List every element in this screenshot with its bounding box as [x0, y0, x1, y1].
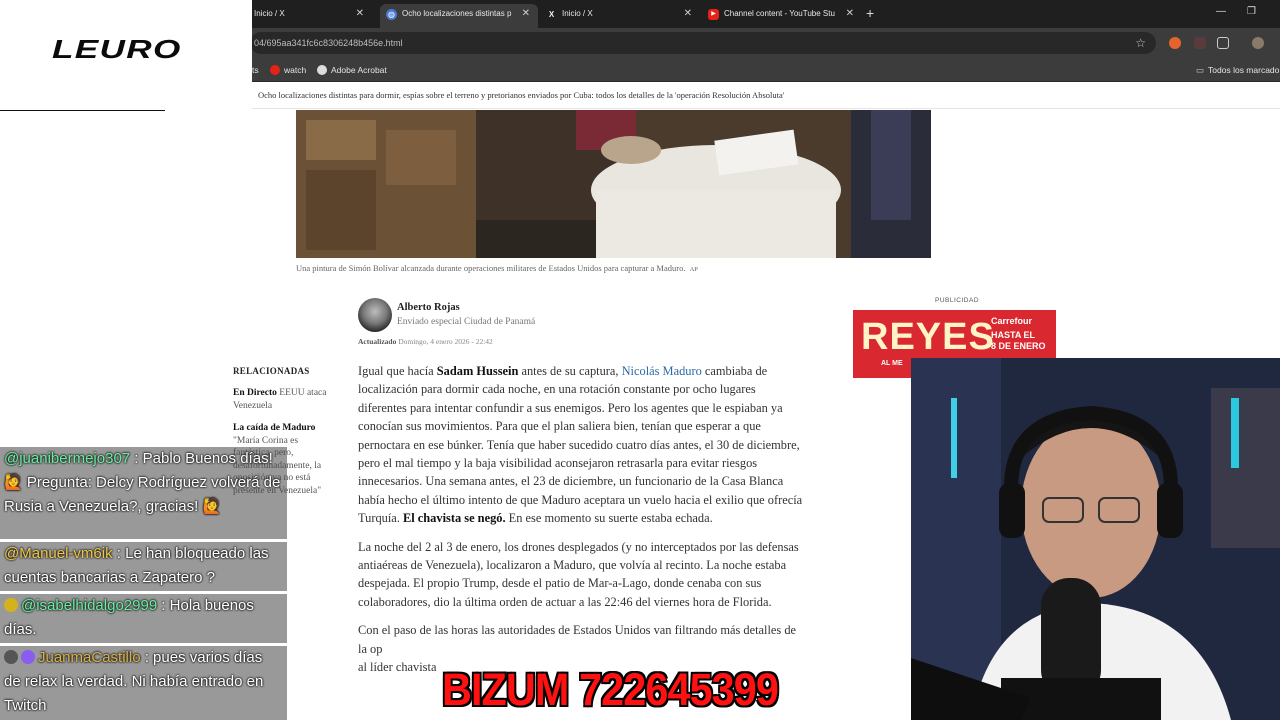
- address-bar[interactable]: 04/695aa341fc6c8306248b456e.html ☆: [250, 32, 1156, 54]
- youtube-icon: ▶: [708, 9, 719, 20]
- avatar-badge-icon: [4, 650, 18, 664]
- related-heading: RELACIONADAS: [233, 366, 310, 376]
- new-tab-button[interactable]: +: [866, 5, 874, 21]
- tab-label: Inicio / X: [254, 9, 285, 18]
- bookmark-star-icon[interactable]: ☆: [1135, 32, 1146, 54]
- bizum-donation-banner: BIZUM 722645399: [442, 664, 779, 715]
- article-body: Igual que hacía Sadam Hussein antes de s…: [358, 362, 806, 687]
- maximize-icon[interactable]: ❐: [1247, 6, 1256, 17]
- article-photo: [296, 110, 931, 258]
- ad-headline: REYES: [861, 316, 995, 358]
- chat-message: @juanibermejo307 : Pablo Buenos días! 🙋 …: [0, 447, 287, 539]
- streamer-video: [911, 358, 1280, 720]
- acrobat-icon: [317, 65, 327, 75]
- profile-avatar[interactable]: [1252, 37, 1264, 49]
- chat-message: @isabelhidalgo2999 : Hola buenos días.: [0, 594, 287, 643]
- extension-icon[interactable]: [1194, 37, 1206, 49]
- subscriber-badge-icon: [21, 650, 35, 664]
- channel-logo: LEURO: [52, 34, 182, 64]
- chat-username[interactable]: @isabelhidalgo2999: [21, 597, 157, 614]
- globe-icon: ◍: [386, 9, 397, 20]
- tab-label: Inicio / X: [562, 9, 593, 18]
- x-icon: X: [548, 10, 555, 19]
- minimize-icon[interactable]: —: [1216, 6, 1226, 17]
- chat-username[interactable]: @Manuel-vm6ik: [4, 545, 113, 562]
- stream-chat: @juanibermejo307 : Pablo Buenos días! 🙋 …: [0, 447, 287, 720]
- article-paragraph: La noche del 2 al 3 de enero, los drones…: [358, 539, 799, 609]
- tab-inicio-x-1[interactable]: Inicio / X ✕: [232, 4, 372, 28]
- author-role: Enviado especial Ciudad de Panamá: [397, 317, 536, 327]
- sticky-article-title: Ocho localizaciones distintas para dormi…: [258, 90, 785, 100]
- all-bookmarks[interactable]: ▭ Todos los marcado: [1196, 63, 1279, 77]
- ad-promo: HASTA EL 8 DE ENERO: [991, 330, 1046, 351]
- close-icon[interactable]: ✕: [356, 4, 364, 24]
- tab-label: Channel content - YouTube Stu: [724, 9, 835, 18]
- related-item[interactable]: En Directo EEUU ataca Venezuela: [233, 387, 333, 412]
- puzzle-icon[interactable]: [1217, 37, 1229, 49]
- bookmark-item[interactable]: ts: [252, 63, 259, 77]
- chat-message: JuanmaCastillo : pues varios días de rel…: [0, 646, 287, 720]
- tab-article[interactable]: ◍ Ocho localizaciones distintas p ✕: [380, 4, 538, 28]
- badge-icon: [4, 598, 18, 612]
- chat-message: @Manuel-vm6ik : Le han bloqueado las cue…: [0, 542, 287, 591]
- bookmark-adobe-acrobat[interactable]: Adobe Acrobat: [317, 63, 387, 77]
- author-name[interactable]: Alberto Rojas: [397, 302, 460, 313]
- chat-username[interactable]: @juanibermejo307: [4, 450, 130, 467]
- close-icon[interactable]: ✕: [846, 4, 854, 24]
- article-paragraph: Igual que hacía Sadam Hussein antes de s…: [358, 364, 803, 526]
- updated-timestamp: Actualizado Domingo, 4 enero 2026 - 22:4…: [358, 337, 493, 346]
- photo-caption: Una pintura de Simón Bolívar alcanzada d…: [296, 263, 698, 273]
- close-icon[interactable]: ✕: [522, 4, 530, 24]
- tab-inicio-x-2[interactable]: X Inicio / X ✕: [540, 4, 700, 28]
- ad-brand: Carrefour: [991, 316, 1033, 326]
- url-text: 04/695aa341fc6c8306248b456e.html: [254, 38, 403, 48]
- caption-credit: AP: [689, 266, 698, 273]
- youtube-icon: [270, 65, 280, 75]
- webcam-feed: [911, 358, 1280, 720]
- tab-label: Ocho localizaciones distintas p: [402, 9, 512, 18]
- folder-icon: ▭: [1196, 65, 1205, 75]
- chat-username[interactable]: JuanmaCastillo: [38, 649, 141, 666]
- close-icon[interactable]: ✕: [684, 4, 692, 24]
- ad-strip: AL ME: [881, 360, 903, 367]
- extension-icon[interactable]: [1169, 37, 1181, 49]
- logo-overlay: LEURO: [0, 0, 252, 110]
- author-avatar[interactable]: [358, 298, 392, 332]
- tab-youtube-studio[interactable]: ▶ Channel content - YouTube Stu ✕: [702, 4, 862, 28]
- bookmark-watch[interactable]: watch: [270, 63, 306, 77]
- photo-scene: [296, 110, 931, 258]
- ad-label: PUBLICIDAD: [935, 297, 980, 304]
- tag-link-nicolas-maduro[interactable]: Nicolás Maduro: [622, 364, 702, 378]
